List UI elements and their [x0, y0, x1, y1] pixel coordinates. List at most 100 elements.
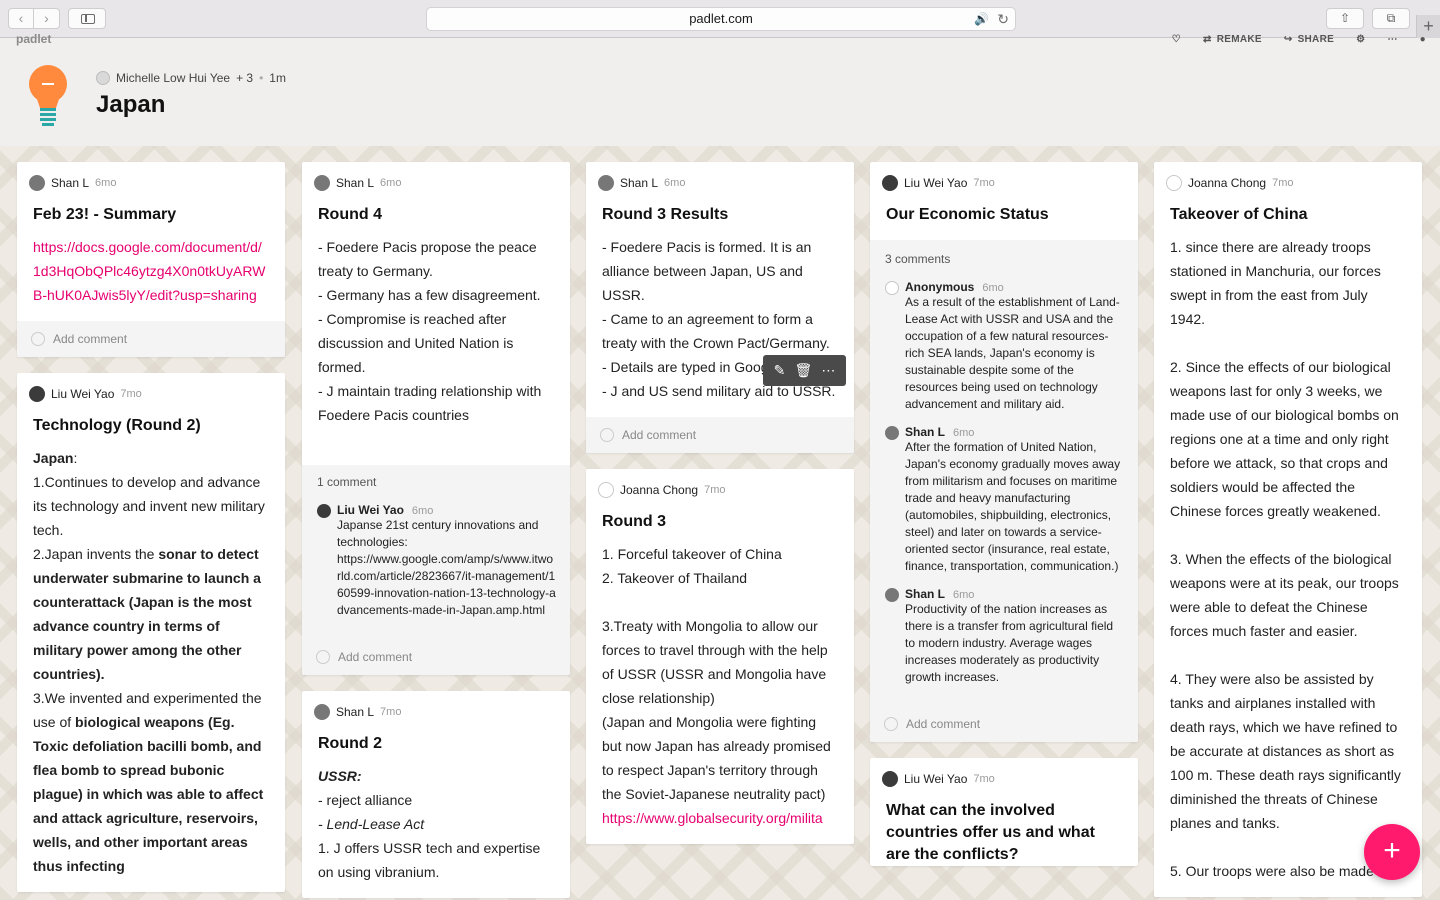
- post-card[interactable]: Shan L 6mo Round 4 - Foedere Pacis propo…: [302, 162, 570, 675]
- post-author: Shan L: [336, 705, 375, 719]
- author-name: Michelle Low Hui Yee: [116, 71, 231, 85]
- post-age: 7mo: [120, 388, 142, 400]
- post-title: Technology (Round 2): [33, 417, 201, 434]
- post-age: 7mo: [973, 177, 995, 189]
- heart-icon[interactable]: ♡: [1172, 34, 1181, 45]
- post-age: 7mo: [973, 773, 995, 785]
- body-line: - Lend-Lease Act: [318, 816, 425, 832]
- share-button[interactable]: ⇧: [1326, 8, 1364, 29]
- add-comment-label: Add comment: [53, 332, 128, 346]
- post-author: Joanna Chong: [1188, 176, 1267, 190]
- comment: Liu Wei Yao 6mo Japanse 21st century inno…: [317, 503, 556, 619]
- post-card[interactable]: Shan L 6mo Feb 23! - Summary https://doc…: [17, 162, 285, 357]
- body-line: 2. Takeover of Thailand: [602, 570, 748, 586]
- avatar: [1166, 175, 1182, 191]
- post-link[interactable]: https://docs.google.com/document/d/1d3Hq…: [33, 239, 265, 303]
- comment-text: Japanse 21st century innovations and tec…: [337, 518, 539, 549]
- post-title: Round 3: [602, 513, 666, 530]
- post-age: 6mo: [664, 177, 686, 189]
- body-para: 2. Since the effects of our biological w…: [1170, 359, 1399, 519]
- comment-link[interactable]: https://www.google.com/amp/s/www.itworld…: [337, 551, 556, 619]
- avatar: [882, 175, 898, 191]
- post-meta: Shan L 7mo: [302, 691, 570, 723]
- padlet-header: padlet ♡ ⇄ REMAKE ↪ SHARE ⚙ ⋯ ● Michelle L…: [0, 32, 1440, 146]
- column-4: Liu Wei Yao 7mo Our Economic Status 3 co…: [870, 162, 1138, 882]
- more-options-icon[interactable]: ⋯: [821, 362, 835, 379]
- post-card[interactable]: Shan L 6mo Round 3 Results - Foedere Pac…: [586, 162, 854, 453]
- remake-button[interactable]: ⇄ REMAKE: [1203, 34, 1262, 45]
- post-card[interactable]: Joanna Chong 7mo Round 3 1. Forceful tak…: [586, 469, 854, 844]
- edit-pencil-icon[interactable]: ✎: [774, 362, 786, 379]
- add-comment-label: Add comment: [622, 428, 697, 442]
- avatar: [317, 504, 331, 518]
- post-author: Shan L: [620, 176, 659, 190]
- add-comment-label: Add comment: [906, 717, 981, 731]
- avatar: [314, 704, 330, 720]
- comment: Shan L 6mo Productivity of the nation inc…: [885, 587, 1124, 686]
- board-title: Japan: [96, 91, 166, 118]
- share-padlet-button[interactable]: ↪ SHARE: [1284, 34, 1334, 45]
- sidebar-toggle-button[interactable]: [68, 8, 106, 29]
- comment-avatar-icon: [31, 332, 45, 346]
- address-bar[interactable]: padlet.com 🔊 ↻: [426, 7, 1016, 31]
- post-body: 1. Forceful takeover of China 2. Takeove…: [586, 533, 854, 844]
- separator-dot: •: [259, 71, 264, 85]
- post-age: 6mo: [380, 177, 402, 189]
- post-card[interactable]: Shan L 7mo Round 2 USSR: - reject allian…: [302, 691, 570, 898]
- body-line: - Foedere Pacis is formed. It is an alli…: [602, 239, 812, 303]
- post-age: 7mo: [704, 484, 726, 496]
- comment-age: 6mo: [953, 589, 975, 601]
- sidebar-icon: [81, 14, 95, 24]
- avatar: [314, 175, 330, 191]
- add-post-button[interactable]: +: [1364, 824, 1420, 880]
- more-options-icon[interactable]: ⋯: [1387, 34, 1397, 45]
- post-meta: Liu Wei Yao 7mo: [870, 758, 1138, 790]
- add-comment-label: Add comment: [338, 650, 413, 664]
- padlet-logo[interactable]: padlet: [16, 32, 51, 46]
- comment-author: Shan L: [905, 425, 946, 439]
- add-comment-field[interactable]: Add comment: [586, 417, 854, 453]
- lightbulb-icon: [29, 65, 67, 126]
- post-age: 6mo: [95, 177, 117, 189]
- post-card[interactable]: Liu Wei Yao 7mo What can the involved co…: [870, 758, 1138, 866]
- post-link[interactable]: https://www.globalsecurity.org/milita: [602, 810, 823, 826]
- padlet-toolbar: ♡ ⇄ REMAKE ↪ SHARE ⚙ ⋯ ●: [1172, 34, 1426, 45]
- settings-gear-icon[interactable]: ⚙: [1356, 34, 1365, 45]
- comment-author: Liu Wei Yao: [337, 503, 404, 517]
- back-button[interactable]: ‹: [8, 8, 34, 29]
- comment-avatar-icon: [600, 428, 614, 442]
- share-icon: ↪: [1283, 34, 1293, 45]
- column-1: Shan L 6mo Feb 23! - Summary https://doc…: [17, 162, 285, 900]
- user-avatar-icon[interactable]: ●: [1420, 34, 1426, 45]
- add-comment-field[interactable]: Add comment: [870, 706, 1138, 742]
- comment-author: Anonymous: [905, 280, 975, 294]
- body-para: 1. since there are already troops statio…: [1170, 239, 1381, 327]
- delete-trash-icon[interactable]: 🗑: [794, 362, 812, 379]
- add-comment-field[interactable]: Add comment: [302, 639, 570, 675]
- avatar: [598, 482, 614, 498]
- comment-text: After the formation of United Nation, Ja…: [905, 440, 1121, 573]
- post-title: Our Economic Status: [886, 206, 1049, 223]
- reload-icon[interactable]: ↻: [997, 8, 1009, 30]
- post-body: Japan: 1.Continues to develop and advanc…: [17, 437, 285, 892]
- body-line: - Came to an agreement to form a treaty …: [602, 311, 830, 351]
- body-line: - Germany has a few disagreement.: [318, 287, 541, 303]
- remake-label: REMAKE: [1216, 34, 1262, 45]
- post-card[interactable]: Liu Wei Yao 7mo Our Economic Status 3 co…: [870, 162, 1138, 742]
- post-age: 7mo: [1272, 177, 1294, 189]
- forward-button[interactable]: ›: [34, 8, 60, 29]
- tabs-overview-button[interactable]: ⧉: [1372, 8, 1410, 29]
- post-author: Liu Wei Yao: [51, 387, 115, 401]
- comment: Shan L 6mo After the formation of United …: [885, 425, 1124, 575]
- post-title: What can the involved countries offer us…: [886, 802, 1095, 863]
- column-5: Joanna Chong 7mo Takeover of China 1. si…: [1154, 162, 1422, 900]
- speaker-icon[interactable]: 🔊: [974, 8, 989, 30]
- body-para: 3. When the effects of the biological we…: [1170, 551, 1399, 639]
- avatar: [885, 281, 899, 295]
- add-comment-field[interactable]: Add comment: [17, 321, 285, 357]
- post-author: Shan L: [336, 176, 375, 190]
- post-card[interactable]: Joanna Chong 7mo Takeover of China 1. si…: [1154, 162, 1422, 897]
- avatar: [598, 175, 614, 191]
- post-meta: Shan L 6mo: [302, 162, 570, 194]
- post-card[interactable]: Liu Wei Yao 7mo Technology (Round 2) Jap…: [17, 373, 285, 892]
